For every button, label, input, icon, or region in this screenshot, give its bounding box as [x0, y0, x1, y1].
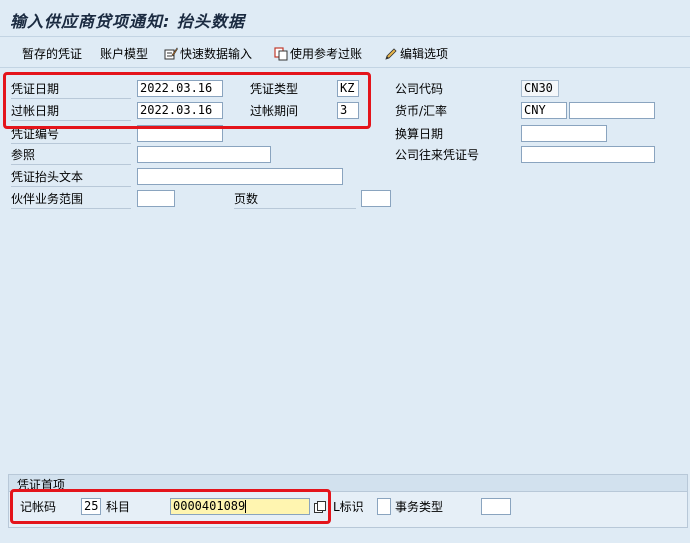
- title-bar: 输入供应商贷项通知: 抬头数据: [0, 0, 690, 37]
- pages-field[interactable]: [361, 190, 391, 207]
- quick-entry-icon: [164, 46, 178, 59]
- held-document-label: 暂存的凭证: [22, 47, 83, 61]
- pencil-icon: [385, 47, 397, 60]
- special-gl-indicator-field[interactable]: [377, 498, 391, 515]
- currency-field[interactable]: CNY: [521, 102, 567, 119]
- special-gl-indicator-label: L标识: [333, 500, 364, 514]
- intercompany-number-label: 公司往来凭证号: [395, 148, 480, 162]
- fast-data-entry-label: 快速数据输入: [180, 47, 253, 61]
- account-model-label: 账户模型: [100, 47, 149, 61]
- transaction-type-label: 事务类型: [395, 500, 444, 514]
- pages-label: 页数: [234, 190, 356, 209]
- exchange-rate-field[interactable]: [569, 102, 655, 119]
- fast-data-entry-button[interactable]: 快速数据输入: [164, 45, 252, 62]
- translation-date-label: 换算日期: [395, 127, 444, 141]
- company-code-field[interactable]: CN30: [521, 80, 559, 97]
- trading-partner-field[interactable]: [137, 190, 175, 207]
- editing-options-button[interactable]: 编辑选项: [384, 45, 448, 62]
- held-document-button[interactable]: 暂存的凭证: [22, 45, 82, 62]
- highlight-header-dates: [3, 72, 371, 129]
- translation-date-field[interactable]: [521, 125, 607, 142]
- header-text-field[interactable]: [137, 168, 343, 185]
- transaction-type-field[interactable]: [481, 498, 511, 515]
- post-with-reference-button[interactable]: 使用参考过账: [274, 45, 362, 62]
- post-with-reference-label: 使用参考过账: [290, 47, 363, 61]
- company-code-label: 公司代码: [395, 82, 444, 96]
- currency-rate-label: 货币/汇率: [395, 104, 448, 118]
- highlight-first-line-item: [10, 489, 331, 524]
- editing-options-label: 编辑选项: [400, 47, 449, 61]
- account-model-button[interactable]: 账户模型: [100, 45, 148, 62]
- reference-icon: [274, 46, 288, 60]
- reference-field[interactable]: [137, 146, 271, 163]
- window-title: 输入供应商贷项通知: 抬头数据: [10, 12, 245, 31]
- reference-label: 参照: [11, 146, 131, 165]
- application-toolbar: 暂存的凭证 账户模型 快速数据输入 使用参考过账 编辑选项: [0, 37, 690, 68]
- intercompany-number-field[interactable]: [521, 146, 655, 163]
- header-text-label: 凭证抬头文本: [11, 168, 131, 187]
- trading-partner-label: 伙伴业务范围: [11, 190, 131, 209]
